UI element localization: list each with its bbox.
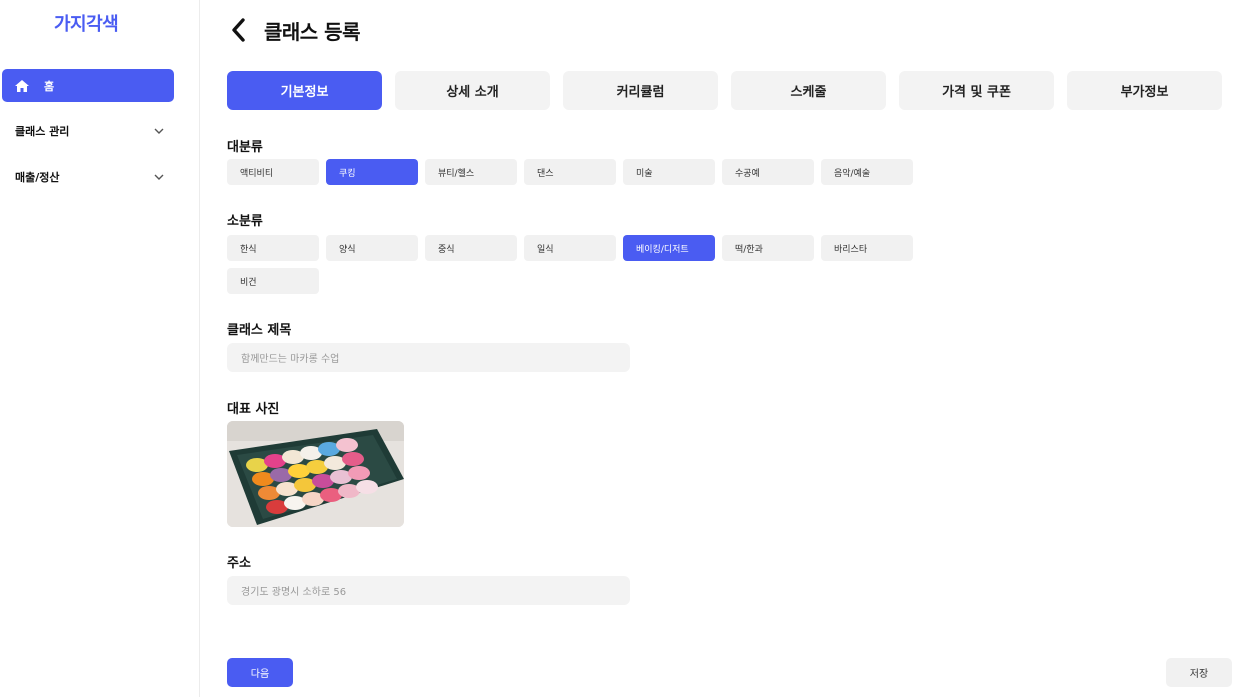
chip-vegan[interactable]: 비건: [227, 268, 319, 294]
chip-korean[interactable]: 한식: [227, 235, 319, 261]
sidebar-group-class-management[interactable]: 클래스 관리: [15, 121, 165, 141]
chip-rice-cake[interactable]: 떡/한과: [722, 235, 814, 261]
chip-handcraft[interactable]: 수공예: [722, 159, 814, 185]
home-icon: [14, 79, 30, 93]
chip-art[interactable]: 미술: [623, 159, 715, 185]
tab-basic-info[interactable]: 기본정보: [227, 71, 382, 110]
chevron-down-icon: [153, 171, 165, 183]
address-input[interactable]: 경기도 광명시 소하로 56: [227, 576, 630, 605]
class-title-placeholder: 함께만드는 마카롱 수업: [241, 354, 340, 365]
chip-music-art[interactable]: 음악/예술: [821, 159, 913, 185]
class-title-label: 클래스 제목: [227, 323, 292, 338]
chevron-down-icon: [153, 125, 165, 137]
photo-label: 대표 사진: [227, 402, 280, 417]
sidebar-group-label: 매출/정산: [15, 171, 60, 184]
chip-activity[interactable]: 액티비티: [227, 159, 319, 185]
tab-price-coupon[interactable]: 가격 및 쿠폰: [899, 71, 1054, 110]
address-placeholder: 경기도 광명시 소하로 56: [241, 587, 347, 598]
main-category-label: 대분류: [227, 140, 263, 155]
macaron-box-image: [227, 421, 404, 527]
chip-barista[interactable]: 바리스타: [821, 235, 913, 261]
page-title: 클래스 등록: [264, 20, 360, 44]
back-arrow-icon[interactable]: [228, 16, 250, 44]
tab-extra-info[interactable]: 부가정보: [1067, 71, 1222, 110]
app-logo[interactable]: 가지각색: [54, 10, 119, 36]
sidebar-group-sales[interactable]: 매출/정산: [15, 167, 165, 187]
chip-baking-dessert[interactable]: 베이킹/디저트: [623, 235, 715, 261]
tab-curriculum[interactable]: 커리큘럼: [563, 71, 718, 110]
class-title-input[interactable]: 함께만드는 마카롱 수업: [227, 343, 630, 372]
save-button[interactable]: 저장: [1166, 658, 1232, 687]
chip-dance[interactable]: 댄스: [524, 159, 616, 185]
sidebar-item-label: 홈: [44, 79, 55, 93]
chip-western[interactable]: 양식: [326, 235, 418, 261]
chip-chinese[interactable]: 중식: [425, 235, 517, 261]
sidebar: 가지각색 홈 클래스 관리 매출/정산: [0, 0, 200, 697]
main-photo[interactable]: [227, 421, 404, 527]
sub-category-chips: 한식 양식 중식 일식 베이킹/디저트 떡/한과 바리스타 비건: [227, 235, 927, 294]
sidebar-group-label: 클래스 관리: [15, 125, 70, 138]
chip-japanese[interactable]: 일식: [524, 235, 616, 261]
sidebar-item-home[interactable]: 홈: [2, 69, 174, 102]
chip-cooking[interactable]: 쿠킹: [326, 159, 418, 185]
next-button[interactable]: 다음: [227, 658, 293, 687]
sub-category-label: 소분류: [227, 214, 263, 229]
tab-detail-intro[interactable]: 상세 소개: [395, 71, 550, 110]
tab-schedule[interactable]: 스케줄: [731, 71, 886, 110]
chip-beauty-health[interactable]: 뷰티/헬스: [425, 159, 517, 185]
main-category-chips: 액티비티 쿠킹 뷰티/헬스 댄스 미술 수공예 음악/예술: [227, 159, 927, 185]
address-label: 주소: [227, 556, 251, 571]
step-tabs: 기본정보 상세 소개 커리큘럼 스케줄 가격 및 쿠폰 부가정보: [227, 71, 1222, 110]
